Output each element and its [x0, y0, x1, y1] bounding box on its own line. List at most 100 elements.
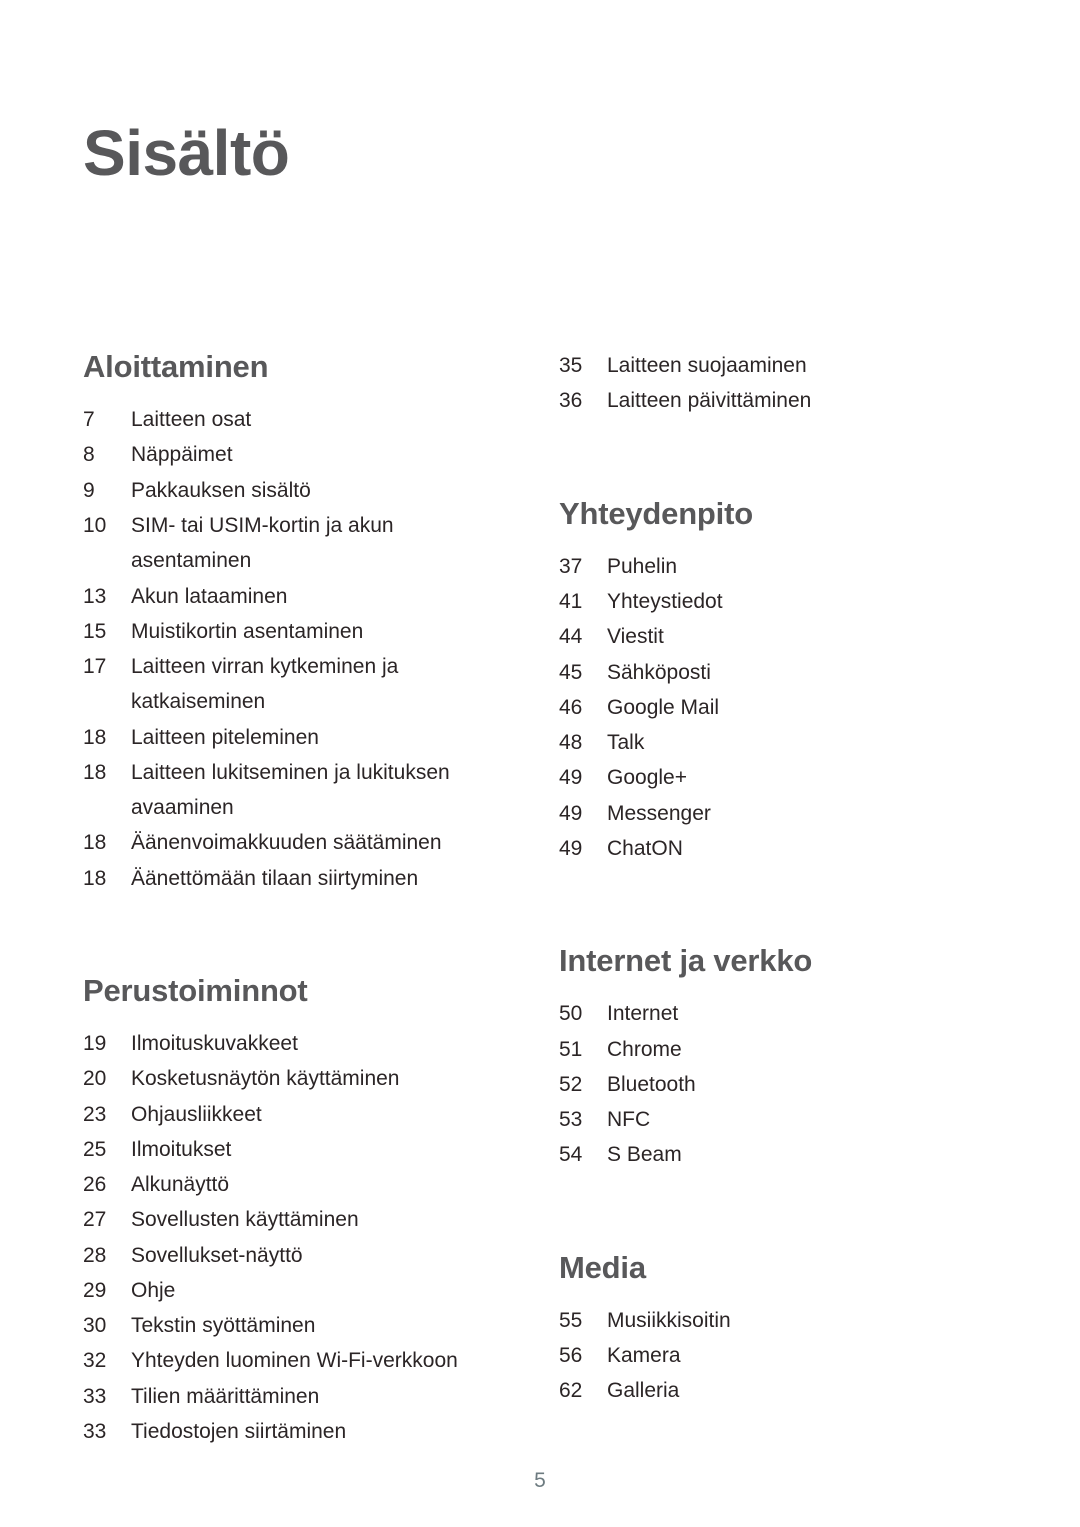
toc-entry[interactable]: 36 Laitteen päivittäminen — [559, 383, 970, 418]
section-heading: Yhteydenpito — [559, 495, 753, 531]
toc-entry[interactable]: 9 Pakkauksen sisältö — [83, 473, 470, 508]
toc-section: 35 Laitteen suojaaminen 36 Laitteen päivitt… — [559, 348, 970, 419]
toc-entry[interactable]: 49 Google+ — [559, 760, 970, 795]
toc-entry[interactable]: 20 Kosketusnäytön käyttäminen — [83, 1061, 470, 1096]
toc-entry[interactable]: 15 Muistikortin asentaminen — [83, 614, 470, 649]
toc-entry[interactable]: 53 NFC — [559, 1102, 970, 1137]
toc-entry-title: Näppäimet — [131, 443, 233, 467]
toc-entry[interactable]: 46 Google Mail — [559, 690, 970, 725]
toc-entry-title: Talk — [607, 731, 645, 755]
toc-entry[interactable]: 10 SIM- tai USIM-kortin ja akun asentamin… — [83, 508, 470, 579]
toc-entry-title: Ilmoitukset — [131, 1137, 232, 1161]
toc-entry-page: 15 — [83, 619, 107, 643]
toc-entry-page: 37 — [559, 554, 583, 578]
toc-section: Perustoiminnot 19 Ilmoituskuvakkeet 20 Koske… — [83, 972, 470, 1449]
toc-entry-page: 18 — [83, 760, 107, 784]
toc-entry[interactable]: 18 Äänettömään tilaan siirtyminen — [83, 861, 470, 896]
toc-entry-page: 10 — [83, 513, 107, 537]
toc-entry-title: Äänettömään tilaan siirtyminen — [131, 866, 419, 890]
toc-entry[interactable]: 62 Galleria — [559, 1373, 970, 1408]
toc-entry[interactable]: 52 Bluetooth — [559, 1067, 970, 1102]
toc-entry-title: Ohje — [131, 1278, 176, 1302]
toc-entry[interactable]: 27 Sovellusten käyttäminen — [83, 1202, 470, 1237]
toc-entry[interactable]: 51 Chrome — [559, 1032, 970, 1067]
toc-entry-page: 45 — [559, 660, 583, 684]
toc-page: Sisältö Aloittaminen 7 Laitteen osat 8 Näppä… — [0, 0, 1080, 1527]
toc-entry-page: 33 — [83, 1384, 107, 1408]
toc-entry-page: 8 — [83, 443, 95, 467]
toc-entry[interactable]: 49 ChatON — [559, 831, 970, 866]
toc-entry[interactable]: 28 Sovellukset-näyttö — [83, 1238, 470, 1273]
toc-entry-page: 62 — [559, 1379, 583, 1403]
toc-entry[interactable]: 56 Kamera — [559, 1338, 970, 1373]
toc-entry-page: 27 — [83, 1208, 107, 1232]
toc-entry-page: 7 — [83, 408, 95, 432]
toc-entry-page: 44 — [559, 625, 583, 649]
toc-entry[interactable]: 18 Äänenvoimakkuuden säätäminen — [83, 825, 470, 860]
toc-entry-title: SIM- tai USIM-kortin ja akun asentaminen — [131, 513, 394, 573]
toc-entry-page: 25 — [83, 1137, 107, 1161]
toc-entry[interactable]: 48 Talk — [559, 725, 970, 760]
toc-entry[interactable]: 18 Laitteen piteleminen — [83, 720, 470, 755]
toc-entry-title: Messenger — [607, 801, 711, 825]
toc-entry[interactable]: 33 Tiedostojen siirtäminen — [83, 1414, 470, 1449]
toc-entry-page: 26 — [83, 1173, 107, 1197]
toc-entry[interactable]: 50 Internet — [559, 996, 970, 1031]
toc-entry[interactable]: 35 Laitteen suojaaminen — [559, 348, 970, 383]
toc-entry-title: Laitteen suojaaminen — [607, 354, 807, 377]
toc-entry[interactable]: 7 Laitteen osat — [83, 402, 470, 437]
toc-section: Aloittaminen 7 Laitteen osat 8 Näppäimet 9 Pak… — [83, 348, 470, 896]
page-title: Sisältö — [83, 117, 290, 189]
toc-entry[interactable]: 32 Yhteyden luominen Wi-Fi-verkkoon — [83, 1343, 470, 1378]
toc-entry-page: 35 — [559, 354, 583, 377]
toc-entry-title: Akun lataaminen — [131, 584, 288, 608]
toc-list: 7 Laitteen osat 8 Näppäimet 9 Pakkauksen sisä… — [83, 402, 470, 896]
toc-entry[interactable]: 49 Messenger — [559, 796, 970, 831]
toc-entry-title: S Beam — [607, 1143, 682, 1167]
toc-entry[interactable]: 29 Ohje — [83, 1273, 470, 1308]
toc-entry-page: 56 — [559, 1344, 583, 1368]
section-heading: Perustoiminnot — [83, 972, 308, 1008]
toc-entry[interactable]: 44 Viestit — [559, 619, 970, 654]
toc-entry-title: Puhelin — [607, 554, 678, 578]
toc-entry[interactable]: 17 Laitteen virran kytkeminen ja katkaise… — [83, 649, 470, 720]
toc-entry[interactable]: 54 S Beam — [559, 1137, 970, 1172]
toc-entry-title: Sähköposti — [607, 660, 711, 684]
toc-entry-title: Laitteen päivittäminen — [607, 389, 812, 413]
toc-list: 35 Laitteen suojaaminen 36 Laitteen päivitt… — [559, 348, 970, 419]
toc-entry-page: 50 — [559, 1002, 583, 1026]
toc-entry[interactable]: 26 Alkunäyttö — [83, 1167, 470, 1202]
toc-entry-title: Kosketusnäytön käyttäminen — [131, 1067, 400, 1091]
toc-entry[interactable]: 23 Ohjausliikkeet — [83, 1097, 470, 1132]
toc-entry-page: 30 — [83, 1314, 107, 1338]
toc-entry-title: Tilien määrittäminen — [131, 1384, 320, 1408]
toc-entry-page: 17 — [83, 655, 107, 679]
toc-entry[interactable]: 25 Ilmoitukset — [83, 1132, 470, 1167]
toc-entry-title: Laitteen piteleminen — [131, 725, 319, 749]
toc-entry-page: 49 — [559, 801, 583, 825]
toc-entry[interactable]: 45 Sähköposti — [559, 655, 970, 690]
section-heading: Internet ja verkko — [559, 943, 813, 979]
section-heading: Aloittaminen — [83, 349, 269, 384]
toc-entry-title: Ohjausliikkeet — [131, 1102, 262, 1126]
toc-entry[interactable]: 13 Akun lataaminen — [83, 579, 470, 614]
toc-entry[interactable]: 37 Puhelin — [559, 549, 970, 584]
toc-entry-page: 46 — [559, 695, 583, 719]
toc-entry-title: Bluetooth — [607, 1072, 696, 1096]
toc-entry[interactable]: 18 Laitteen lukitseminen ja lukituksen av… — [83, 755, 470, 826]
toc-entry[interactable]: 55 Musiikkisoitin — [559, 1303, 970, 1338]
page-number: 5 — [534, 1469, 546, 1492]
section-heading: Media — [559, 1249, 646, 1285]
toc-entry-page: 36 — [559, 389, 583, 413]
toc-entry-page: 33 — [83, 1420, 107, 1444]
toc-entry-title: Muistikortin asentaminen — [131, 619, 364, 643]
toc-entry[interactable]: 30 Tekstin syöttäminen — [83, 1308, 470, 1343]
toc-list: 55 Musiikkisoitin 56 Kamera 62 Galleria — [559, 1303, 970, 1409]
toc-entry[interactable]: 41 Yhteystiedot — [559, 584, 970, 619]
toc-entry[interactable]: 33 Tilien määrittäminen — [83, 1379, 470, 1414]
toc-entry[interactable]: 8 Näppäimet — [83, 437, 470, 472]
toc-entry-page: 54 — [559, 1143, 583, 1167]
toc-entry-title: Viestit — [607, 625, 664, 649]
toc-entry[interactable]: 19 Ilmoituskuvakkeet — [83, 1026, 470, 1061]
toc-column-left: Aloittaminen 7 Laitteen osat 8 Näppäimet 9 Pak… — [0, 348, 480, 1449]
